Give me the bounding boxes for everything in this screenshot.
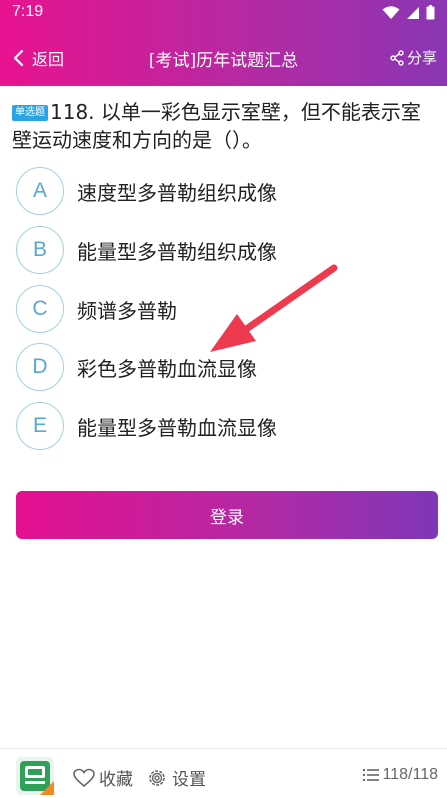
battery-icon xyxy=(426,5,435,20)
option-text: 能量型多普勒组织成像 xyxy=(77,239,277,264)
option-letter: A xyxy=(16,167,64,215)
login-button[interactable]: 登录 xyxy=(16,491,438,539)
question-text: 118. 以单一彩色显示室壁，但不能表示室壁运动速度和方向的是（）。 xyxy=(12,100,421,152)
settings-label: 设置 xyxy=(172,770,206,790)
list-icon xyxy=(362,769,379,781)
option-a[interactable]: A 速度型多普勒组织成像 xyxy=(16,167,277,215)
signal-icon xyxy=(407,6,419,19)
favorite-label: 收藏 xyxy=(99,770,133,790)
option-text: 速度型多普勒组织成像 xyxy=(77,180,277,205)
gear-icon xyxy=(149,769,165,786)
option-letter: D xyxy=(16,343,64,391)
status-bar: 7:19 xyxy=(0,0,447,26)
app-screen: 7:19 返回 [考试]历年试题汇总 分享 单选题 118. 以单一彩色显示室壁… xyxy=(0,0,447,798)
share-label: 分享 xyxy=(406,49,437,67)
share-button[interactable]: 分享 xyxy=(389,47,437,68)
top-bar: 7:19 返回 [考试]历年试题汇总 分享 xyxy=(0,0,447,86)
app-logo-icon[interactable] xyxy=(16,757,54,795)
share-icon xyxy=(390,49,404,66)
settings-button[interactable]: 设置 xyxy=(146,765,206,790)
option-c[interactable]: C 频谱多普勒 xyxy=(16,285,177,333)
wifi-icon xyxy=(382,5,400,19)
progress-label: 118/118 xyxy=(382,766,438,783)
option-text: 彩色多普勒血流显像 xyxy=(77,356,257,381)
question: 单选题 118. 以单一彩色显示室壁，但不能表示室壁运动速度和方向的是（）。 xyxy=(12,98,440,154)
status-time: 7:19 xyxy=(12,3,44,20)
question-progress[interactable]: 118/118 xyxy=(362,766,438,784)
option-letter: C xyxy=(16,285,64,333)
option-letter: E xyxy=(16,402,64,450)
navigation-bar: 返回 [考试]历年试题汇总 分享 xyxy=(0,40,447,76)
favorite-button[interactable]: 收藏 xyxy=(72,765,133,790)
option-letter: B xyxy=(16,226,64,274)
option-e[interactable]: E 能量型多普勒血流显像 xyxy=(16,402,277,450)
page-title: [考试]历年试题汇总 xyxy=(148,51,299,71)
option-b[interactable]: B 能量型多普勒组织成像 xyxy=(16,226,277,274)
option-d[interactable]: D 彩色多普勒血流显像 xyxy=(16,343,257,391)
heart-outline-icon xyxy=(73,768,95,787)
status-icons xyxy=(382,5,435,20)
bottom-bar: 收藏 设置 118/118 xyxy=(0,748,447,798)
question-type-badge: 单选题 xyxy=(12,105,48,121)
option-text: 频谱多普勒 xyxy=(77,298,177,323)
option-text: 能量型多普勒血流显像 xyxy=(77,415,277,440)
